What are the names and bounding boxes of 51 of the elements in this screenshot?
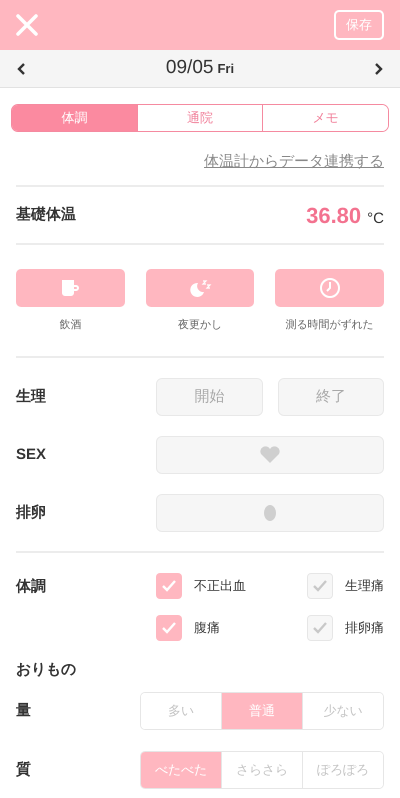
weekday-text: Fri <box>217 60 234 78</box>
save-button[interactable]: 保存 <box>334 10 384 40</box>
event-label: 飲酒 <box>59 318 82 333</box>
temperature-value[interactable]: 36.80 <box>306 198 362 232</box>
checkbox-label: 不正出血 <box>194 577 246 596</box>
mug-icon <box>59 277 82 299</box>
checkbox[interactable] <box>307 615 333 641</box>
checkbox[interactable] <box>156 615 182 641</box>
next-icon[interactable] <box>374 62 384 76</box>
row-label: SEX <box>16 444 48 465</box>
segment-option[interactable]: 普通 <box>221 693 302 729</box>
discharge-title: おりもの <box>16 661 76 678</box>
cycle-button[interactable]: 開始 <box>156 378 262 416</box>
event-button[interactable] <box>16 269 125 307</box>
tab[interactable]: 体調 <box>12 105 137 131</box>
tab[interactable]: 通院 <box>136 105 262 131</box>
tab[interactable]: メモ <box>262 105 388 131</box>
row-label: 質 <box>16 760 32 780</box>
event-label: 測る時間がずれた <box>286 318 374 333</box>
cycle-button[interactable]: 終了 <box>278 378 384 416</box>
checkbox[interactable] <box>307 573 333 599</box>
checkbox-label: 生理痛 <box>345 577 384 596</box>
event-button[interactable] <box>146 269 254 307</box>
temperature-label: 基礎体温 <box>16 204 76 225</box>
temperature-unit: °C <box>367 208 384 228</box>
checkbox-label: 排卵痛 <box>345 619 384 638</box>
checkbox-label: 腹痛 <box>194 619 220 638</box>
previous-icon[interactable] <box>16 62 26 76</box>
event-button[interactable] <box>275 269 384 307</box>
sync-link[interactable]: 体温計からデータ連携する <box>204 151 384 173</box>
check-icon <box>161 579 177 593</box>
segment-option[interactable]: べたべた <box>141 752 221 788</box>
moon-icon <box>188 278 212 298</box>
check-icon <box>312 579 328 593</box>
event-label: 夜更かし <box>178 318 222 333</box>
segment-option[interactable]: 少ない <box>302 693 383 729</box>
ovulation-button[interactable] <box>156 494 384 532</box>
row-label: 生理 <box>16 386 47 407</box>
egg-icon <box>263 504 277 522</box>
row-label: 排卵 <box>16 502 47 523</box>
close-icon[interactable] <box>16 14 38 36</box>
segment-option[interactable]: ぽろぽろ <box>302 752 383 788</box>
heart-icon <box>259 446 281 464</box>
check-icon <box>312 621 328 635</box>
sex-button[interactable] <box>156 436 384 474</box>
date-text: 09/05 <box>166 56 214 80</box>
check-icon <box>161 621 177 635</box>
condition-label: 体調 <box>16 577 47 597</box>
clock-icon <box>318 277 341 299</box>
row-label: 量 <box>16 700 32 721</box>
checkbox[interactable] <box>156 573 182 599</box>
